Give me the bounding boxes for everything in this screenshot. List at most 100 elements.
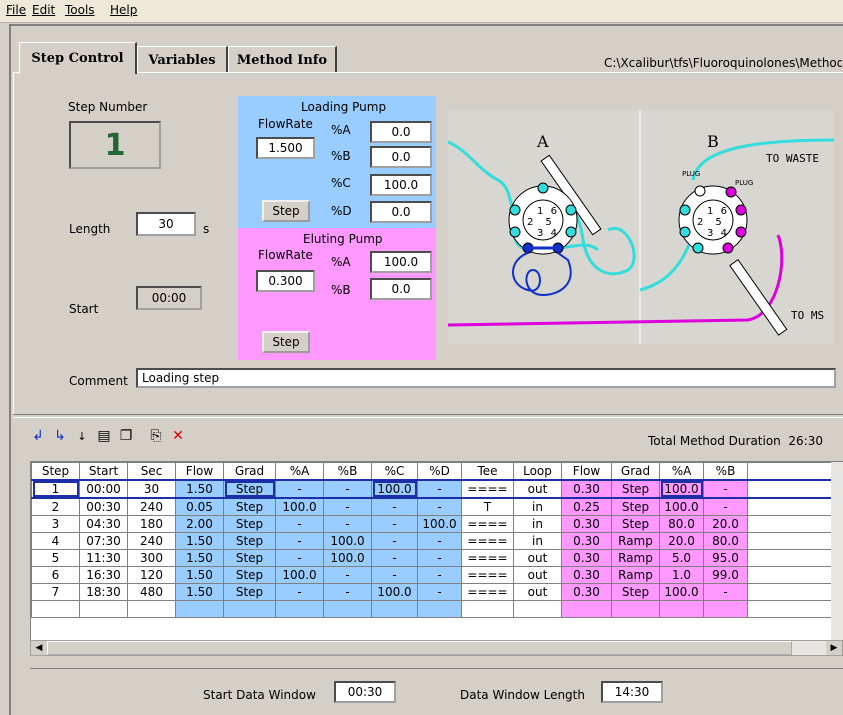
tab-variables[interactable]: Variables (137, 46, 228, 73)
loading-a-input[interactable]: 0.0 (370, 121, 432, 143)
column-header[interactable]: Grad (224, 463, 276, 481)
table-cell[interactable]: out (514, 584, 562, 601)
table-cell[interactable]: 300 (128, 550, 176, 567)
scroll-left-icon[interactable]: ◀ (31, 641, 47, 655)
table-cell[interactable]: ==== (462, 567, 514, 584)
eluting-b-input[interactable]: 0.0 (370, 278, 432, 300)
table-cell[interactable]: 20.0 (704, 516, 748, 533)
table-cell[interactable]: in (514, 498, 562, 516)
table-cell[interactable]: 07:30 (80, 533, 128, 550)
table-cell[interactable]: - (324, 516, 372, 533)
table-cell[interactable] (128, 601, 176, 618)
table-cell[interactable]: 100.0 (324, 550, 372, 567)
menu-edit[interactable]: Edit (32, 3, 55, 17)
table-cell[interactable]: Step (224, 498, 276, 516)
table-cell[interactable]: out (514, 567, 562, 584)
table-cell[interactable]: T (462, 498, 514, 516)
column-header[interactable]: Grad (612, 463, 660, 481)
column-header[interactable]: %B (324, 463, 372, 481)
loading-flowrate-input[interactable]: 1.500 (256, 137, 315, 159)
length-input[interactable]: 30 (136, 212, 196, 236)
insert-row-before-icon[interactable]: ↲ (30, 428, 46, 444)
table-cell[interactable]: out (514, 550, 562, 567)
table-cell[interactable]: - (276, 533, 324, 550)
table-cell[interactable]: in (514, 516, 562, 533)
table-cell[interactable]: 0.05 (176, 498, 224, 516)
table-row[interactable]: 718:304801.50Step--100.0-====out0.30Step… (32, 584, 843, 601)
table-cell[interactable]: 100.0 (660, 498, 704, 516)
menu-file[interactable]: File (6, 3, 26, 17)
table-cell[interactable]: 0.30 (562, 550, 612, 567)
table-cell[interactable]: ==== (462, 584, 514, 601)
table-cell[interactable]: 100.0 (660, 480, 704, 498)
table-cell[interactable]: - (372, 567, 418, 584)
paste-icon[interactable]: ⎘ (148, 428, 164, 444)
start-window-input[interactable]: 00:30 (334, 681, 396, 703)
table-cell[interactable]: 0.30 (562, 567, 612, 584)
table-cell[interactable]: Step (224, 567, 276, 584)
table-cell[interactable]: Step (224, 516, 276, 533)
table-cell[interactable] (612, 601, 660, 618)
column-header[interactable]: Tee (462, 463, 514, 481)
table-cell[interactable]: 0.25 (562, 498, 612, 516)
loading-b-input[interactable]: 0.0 (370, 146, 432, 168)
table-cell[interactable]: 0.30 (562, 516, 612, 533)
table-cell[interactable]: 80.0 (660, 516, 704, 533)
copy-icon[interactable]: ❐ (118, 428, 134, 444)
table-cell[interactable]: - (372, 516, 418, 533)
column-header[interactable]: %C (372, 463, 418, 481)
column-header[interactable]: %A (660, 463, 704, 481)
table-cell[interactable]: 240 (128, 533, 176, 550)
scroll-right-icon[interactable]: ▶ (826, 641, 842, 655)
delete-row-icon[interactable]: ✕ (170, 428, 186, 444)
table-cell[interactable]: 180 (128, 516, 176, 533)
table-cell[interactable]: 7 (32, 584, 80, 601)
table-cell[interactable]: 1.50 (176, 533, 224, 550)
column-header[interactable]: Start (80, 463, 128, 481)
table-cell[interactable]: - (704, 584, 748, 601)
table-cell[interactable]: 11:30 (80, 550, 128, 567)
vertical-scrollbar[interactable] (831, 462, 843, 640)
table-cell[interactable]: - (276, 550, 324, 567)
table-cell[interactable]: - (418, 550, 462, 567)
table-cell[interactable]: - (372, 498, 418, 516)
table-cell[interactable]: 3 (32, 516, 80, 533)
table-cell[interactable] (324, 601, 372, 618)
table-cell[interactable]: 100.0 (324, 533, 372, 550)
table-cell[interactable]: 100.0 (372, 584, 418, 601)
table-cell[interactable] (276, 601, 324, 618)
table-cell[interactable]: ==== (462, 533, 514, 550)
table-cell[interactable]: Ramp (612, 567, 660, 584)
table-cell[interactable]: 0.30 (562, 533, 612, 550)
table-cell[interactable]: Step (612, 516, 660, 533)
table-cell[interactable]: 5 (32, 550, 80, 567)
table-cell[interactable]: 18:30 (80, 584, 128, 601)
table-cell[interactable]: Step (224, 480, 276, 498)
table-cell[interactable]: 100.0 (418, 516, 462, 533)
table-cell[interactable]: Step (612, 480, 660, 498)
table-cell[interactable]: 95.0 (704, 550, 748, 567)
table-cell[interactable]: 2.00 (176, 516, 224, 533)
table-cell[interactable] (660, 601, 704, 618)
table-row[interactable]: 304:301802.00Step---100.0====in0.30Step8… (32, 516, 843, 533)
table-cell[interactable]: 1.50 (176, 550, 224, 567)
table-cell[interactable]: ==== (462, 516, 514, 533)
table-cell[interactable] (176, 601, 224, 618)
table-cell[interactable]: ==== (462, 480, 514, 498)
table-cell[interactable]: - (704, 480, 748, 498)
loading-d-input[interactable]: 0.0 (370, 201, 432, 223)
table-cell[interactable]: 100.0 (276, 498, 324, 516)
table-cell[interactable] (704, 601, 748, 618)
table-cell[interactable]: 2 (32, 498, 80, 516)
table-cell[interactable]: 4 (32, 533, 80, 550)
table-cell[interactable]: in (514, 533, 562, 550)
eluting-a-input[interactable]: 100.0 (370, 251, 432, 273)
column-header[interactable]: Step (32, 463, 80, 481)
table-cell[interactable] (514, 601, 562, 618)
table-cell[interactable]: - (372, 533, 418, 550)
sort-icon[interactable]: ↓ (74, 428, 90, 444)
table-cell[interactable]: - (418, 584, 462, 601)
table-cell[interactable]: - (324, 480, 372, 498)
table-cell[interactable] (224, 601, 276, 618)
table-cell[interactable]: 00:30 (80, 498, 128, 516)
